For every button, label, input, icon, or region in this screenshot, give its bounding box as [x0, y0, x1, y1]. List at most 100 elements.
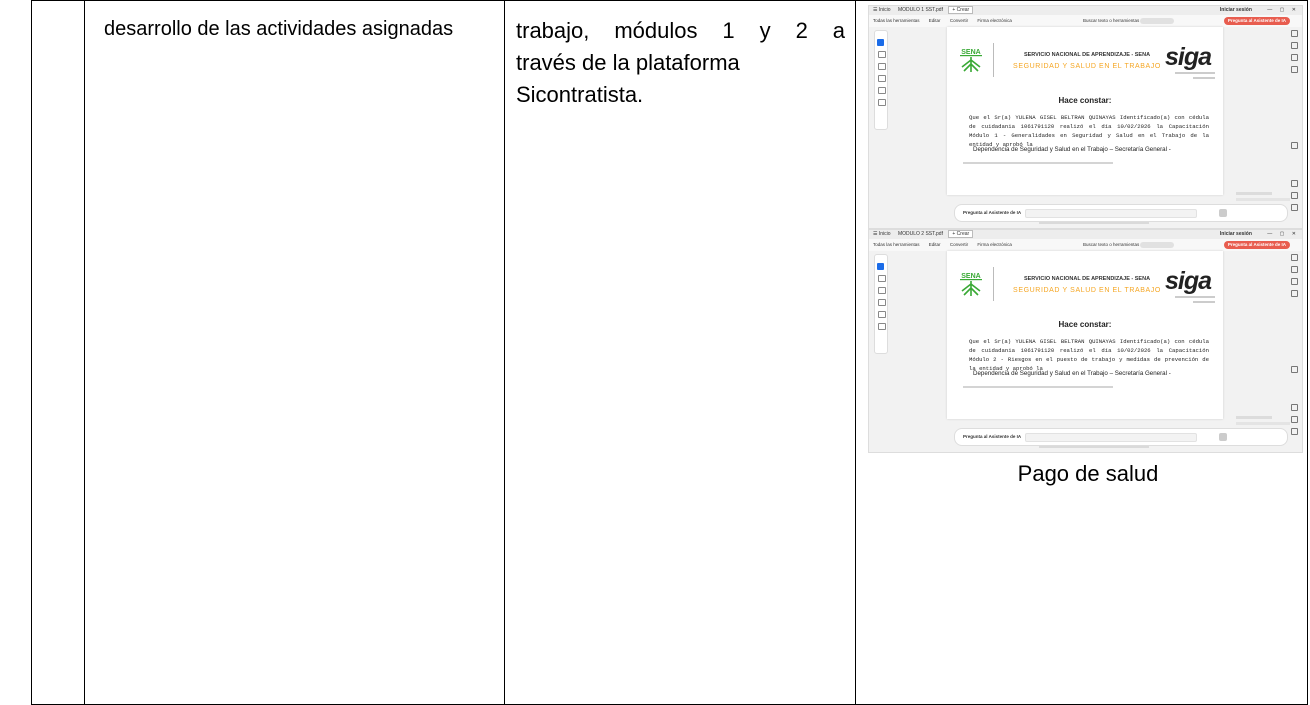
window-controls: Iniciar sesión — ▢ ✕: [1220, 230, 1296, 239]
export-icon: [1291, 278, 1298, 285]
tab-document: MODULO 2 SST.pdf: [897, 231, 943, 237]
export-icon: [1291, 54, 1298, 61]
edit-icon: [1291, 266, 1298, 273]
left-tool-rail: [874, 254, 888, 354]
menu-convert: Convertir: [949, 242, 969, 247]
page-up-icon: [1291, 142, 1298, 149]
ai-assistant-button: Pregunta al Asistente de IA: [1223, 17, 1290, 25]
activity-text: desarrollo de las actividades asignadas: [104, 18, 454, 40]
lasso-tool-icon: [878, 299, 886, 306]
tab-home: Inicio: [878, 231, 891, 237]
refresh-icon: [1291, 180, 1298, 187]
ai-disclaimer: [1039, 222, 1149, 224]
right-tool-rail: [1290, 254, 1298, 444]
evidence-cell: ☰ Inicio MODULO 1 SST.pdf + Crear Inicia…: [855, 0, 1308, 705]
certificate-header-2: SEGURIDAD Y SALUD EN EL TRABAJO: [1013, 287, 1161, 294]
siga-logo: siga: [1165, 43, 1212, 71]
siga-tagline-2: [1193, 77, 1215, 79]
left-tool-rail: [874, 30, 888, 130]
table-row: desarrollo de las actividades asignadas …: [31, 0, 1308, 705]
activity-cell: desarrollo de las actividades asignadas: [84, 0, 505, 705]
share-button: [1140, 18, 1174, 24]
tab-home: Inicio: [878, 7, 891, 13]
menu-icon: ☰: [873, 231, 878, 237]
empty-cell: [31, 0, 85, 705]
browser-tab-bar: ☰ Inicio MODULO 1 SST.pdf + Crear Inicia…: [869, 6, 1302, 15]
menu-convert: Convertir: [949, 18, 969, 23]
pdf-viewer-screenshot-2: ☰ Inicio MODULO 2 SST.pdf + Crear Inicia…: [868, 229, 1303, 453]
menu-all-tools: Todas las herramientas: [873, 242, 920, 247]
signin-link: Iniciar sesión: [1219, 7, 1252, 13]
new-tab-button: + Crear: [948, 230, 974, 238]
browser-tab-bar: ☰ Inicio MODULO 2 SST.pdf + Crear Inicia…: [869, 230, 1302, 239]
menu-icon: ☰: [873, 7, 878, 13]
certificate-header-2: SEGURIDAD Y SALUD EN EL TRABAJO: [1013, 63, 1161, 70]
close-icon: ✕: [1291, 7, 1296, 13]
ai-ask-input: [1025, 209, 1197, 218]
search-tools: Buscar texto o herramientas: [1083, 242, 1140, 247]
text-tool-icon: [878, 311, 886, 318]
certificate-dependency: Dependencia de Seguridad y Salud en el T…: [973, 146, 1171, 153]
edit-icon: [1291, 42, 1298, 49]
ai-ask-bar: Pregunta al Asistente de IA: [954, 428, 1288, 446]
certificate-dependency: Dependencia de Seguridad y Salud en el T…: [973, 370, 1171, 377]
certificate-body: Que el Sr(a) YULENA GISEL BELTRAN QUINAY…: [969, 114, 1209, 148]
pen-tool-icon: [878, 287, 886, 294]
refresh-icon: [1291, 404, 1298, 411]
certificate-title: Hace constar:: [1058, 320, 1112, 329]
comment-icon: [1291, 254, 1298, 261]
right-tool-rail: [1290, 30, 1298, 220]
svg-text:SENA: SENA: [961, 273, 980, 280]
close-icon: ✕: [1291, 231, 1296, 237]
pen-tool-icon: [878, 63, 886, 70]
description-line-2: través de la plataforma: [516, 50, 740, 75]
lasso-tool-icon: [878, 75, 886, 82]
organize-icon: [1291, 66, 1298, 73]
certificate-footer-line: [963, 386, 1113, 388]
menu-edit: Editar: [928, 242, 941, 247]
evidence-screenshots: ☰ Inicio MODULO 1 SST.pdf + Crear Inicia…: [868, 5, 1303, 487]
minimize-icon: —: [1267, 231, 1273, 237]
send-icon: [1219, 209, 1227, 217]
sena-logo-icon: SENA: [960, 49, 982, 72]
zoom-out-icon: [1291, 428, 1298, 435]
evidence-caption: Pago de salud: [1017, 461, 1159, 486]
text-tool-icon: [878, 87, 886, 94]
certificate-header-1: SERVICIO NACIONAL DE APRENDIZAJE - SENA: [1023, 276, 1151, 282]
document-table: desarrollo de las actividades asignadas …: [31, 0, 1308, 705]
ai-ask-bar: Pregunta al Asistente de IA: [954, 204, 1288, 222]
ai-ask-label: Pregunta al Asistente de IA: [963, 210, 1022, 215]
certificate-title: Hace constar:: [1058, 96, 1112, 105]
siga-tagline: [1175, 296, 1215, 298]
ai-ask-input: [1025, 433, 1197, 442]
ai-ask-label: Pregunta al Asistente de IA: [963, 434, 1022, 439]
menu-sign: Firma electrónica: [977, 18, 1012, 23]
description-cell: trabajo, módulos 1 y 2 a través de la pl…: [504, 0, 856, 705]
description-text: trabajo, módulos 1 y 2 a través de la pl…: [505, 1, 855, 111]
stamp-tool-icon: [878, 99, 886, 106]
zoom-in-icon: [1291, 192, 1298, 199]
zoom-tool-icon: [878, 275, 886, 282]
siga-tagline: [1175, 72, 1215, 74]
maximize-icon: ▢: [1279, 7, 1285, 13]
logo-divider: [993, 43, 994, 77]
ai-assistant-button: Pregunta al Asistente de IA: [1223, 241, 1290, 249]
logo-divider: [993, 267, 994, 301]
svg-text:SENA: SENA: [961, 49, 980, 56]
select-tool-icon: [877, 263, 884, 270]
comment-icon: [1291, 30, 1298, 37]
search-tools: Buscar texto o herramientas: [1083, 18, 1140, 23]
pdf-page: SENA SERVICIO NACIONAL DE APRENDIZAJE - …: [947, 27, 1223, 195]
new-tab-button: + Crear: [948, 6, 974, 14]
menu-sign: Firma electrónica: [977, 242, 1012, 247]
menu-edit: Editar: [928, 18, 941, 23]
certificate-body: Que el Sr(a) YULENA GISEL BELTRAN QUINAY…: [969, 338, 1209, 372]
signin-link: Iniciar sesión: [1219, 231, 1252, 237]
pdf-toolbar: Todas las herramientas Editar Convertir …: [869, 239, 1302, 251]
zoom-tool-icon: [878, 51, 886, 58]
window-controls: Iniciar sesión — ▢ ✕: [1220, 6, 1296, 15]
siga-tagline-2: [1193, 301, 1215, 303]
select-tool-icon: [877, 39, 884, 46]
certificate-footer-line: [963, 162, 1113, 164]
zoom-in-icon: [1291, 416, 1298, 423]
